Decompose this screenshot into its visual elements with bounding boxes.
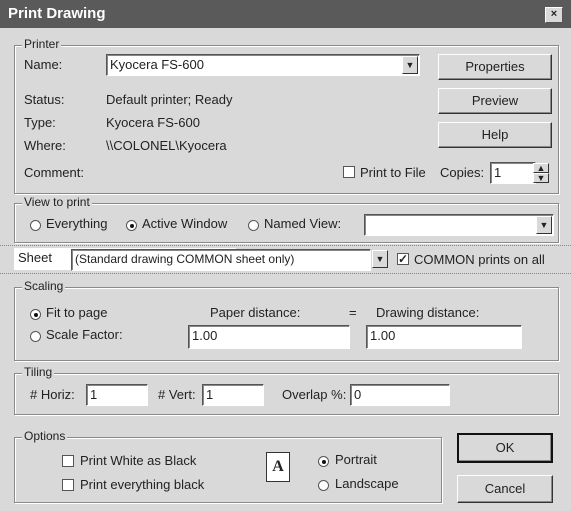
common-label: COMMON prints on all <box>414 252 545 267</box>
ok-button[interactable]: OK <box>457 433 553 463</box>
chevron-down-icon[interactable]: ▼ <box>536 216 552 234</box>
print-to-file-label: Print to File <box>360 165 426 180</box>
comment-label: Comment: <box>24 165 84 180</box>
scale-factor-label: Scale Factor: <box>46 327 123 342</box>
type-label: Type: <box>24 115 56 130</box>
horiz-input[interactable]: 1 <box>86 384 148 406</box>
active-window-label: Active Window <box>142 216 228 231</box>
where-label: Where: <box>24 138 66 153</box>
named-view-label: Named View: <box>264 216 342 231</box>
portrait-radio[interactable] <box>318 456 329 467</box>
fit-to-page-label: Fit to page <box>46 305 108 320</box>
portrait-icon-letter: A <box>272 458 284 475</box>
paper-distance-value: 1.00 <box>192 328 218 343</box>
fit-to-page-radio[interactable] <box>30 309 41 320</box>
portrait-page-icon: A <box>266 452 290 482</box>
dialog-title: Print Drawing <box>8 5 106 22</box>
chevron-down-icon[interactable]: ▼ <box>402 56 418 74</box>
horiz-value: 1 <box>90 387 98 402</box>
divider <box>0 273 571 274</box>
printer-name-select[interactable]: Kyocera FS-600 <box>106 54 420 76</box>
close-button[interactable]: × <box>545 7 563 23</box>
drawing-distance-value: 1.00 <box>370 328 396 343</box>
tiling-legend: Tiling <box>22 365 55 379</box>
printer-name-label: Name: <box>24 57 63 72</box>
copies-input[interactable]: 1 <box>490 162 536 184</box>
print-white-as-black-checkbox[interactable] <box>62 455 74 467</box>
scale-factor-radio[interactable] <box>30 331 41 342</box>
chevron-down-icon[interactable]: ▼ <box>372 250 388 268</box>
status-label: Status: <box>24 92 65 107</box>
named-view-radio[interactable] <box>248 220 259 231</box>
printer-legend: Printer <box>22 37 62 51</box>
print-white-as-black-label: Print White as Black <box>80 453 197 468</box>
everything-label: Everything <box>46 216 108 231</box>
horiz-label: # Horiz: <box>30 387 75 402</box>
portrait-label: Portrait <box>335 452 377 467</box>
divider <box>0 245 571 246</box>
drawing-distance-input[interactable]: 1.00 <box>366 325 522 349</box>
paper-distance-input[interactable]: 1.00 <box>188 325 350 349</box>
cancel-button[interactable]: Cancel <box>457 475 553 503</box>
properties-button[interactable]: Properties <box>438 54 552 80</box>
everything-radio[interactable] <box>30 220 41 231</box>
properties-label: Properties <box>465 59 525 74</box>
scaling-group <box>14 287 559 361</box>
print-everything-black-label: Print everything black <box>80 477 205 492</box>
copies-spinner-up-icon[interactable]: ▲ <box>533 163 549 173</box>
vert-input[interactable]: 1 <box>202 384 264 406</box>
preview-button[interactable]: Preview <box>438 88 552 114</box>
where-value: \\COLONEL\Kyocera <box>106 138 227 153</box>
copies-value: 1 <box>494 165 502 180</box>
overlap-input[interactable]: 0 <box>350 384 450 406</box>
drawing-distance-label: Drawing distance: <box>376 305 480 320</box>
active-window-radio[interactable] <box>126 220 137 231</box>
help-label: Help <box>481 127 509 142</box>
overlap-value: 0 <box>354 387 362 402</box>
options-group <box>14 437 442 503</box>
print-to-file-checkbox[interactable] <box>343 166 355 178</box>
sheet-value: (Standard drawing COMMON sheet only) <box>75 252 295 266</box>
equals-sign: = <box>349 305 357 320</box>
status-value: Default printer; Ready <box>106 92 233 107</box>
cancel-label: Cancel <box>484 481 526 496</box>
landscape-radio[interactable] <box>318 480 329 491</box>
printer-name-value: Kyocera FS-600 <box>110 57 204 72</box>
vert-label: # Vert: <box>158 387 196 402</box>
scaling-legend: Scaling <box>22 279 66 293</box>
type-value: Kyocera FS-600 <box>106 115 200 130</box>
copies-label: Copies: <box>440 165 485 180</box>
overlap-label: Overlap %: <box>282 387 347 402</box>
preview-label: Preview <box>471 93 519 108</box>
vert-value: 1 <box>206 387 214 402</box>
ok-label: OK <box>495 440 515 455</box>
landscape-label: Landscape <box>335 476 399 491</box>
paper-distance-label: Paper distance: <box>210 305 301 320</box>
sheet-select[interactable]: (Standard drawing COMMON sheet only) <box>71 249 371 271</box>
copies-spinner-down-icon[interactable]: ▼ <box>533 173 549 183</box>
common-checkbox[interactable]: ✓ <box>397 253 409 265</box>
view-legend: View to print <box>22 195 92 209</box>
sheet-label: Sheet <box>16 250 54 265</box>
print-everything-black-checkbox[interactable] <box>62 479 74 491</box>
named-view-select[interactable] <box>364 214 554 236</box>
help-button[interactable]: Help <box>438 122 552 148</box>
options-legend: Options <box>22 429 68 443</box>
